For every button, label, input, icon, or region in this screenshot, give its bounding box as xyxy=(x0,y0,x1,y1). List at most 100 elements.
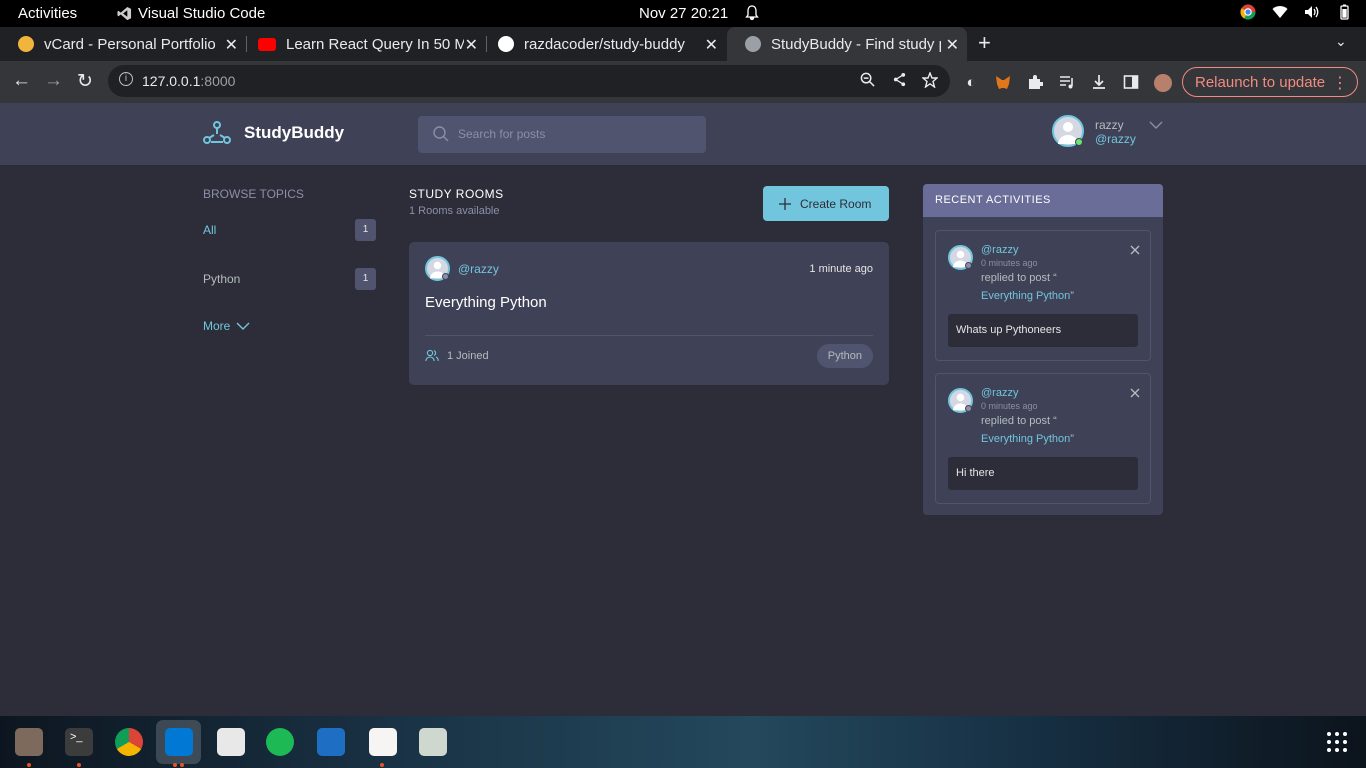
logo-link[interactable]: StudyBuddy xyxy=(202,120,344,146)
address-bar[interactable]: i 127.0.0.1:8000 xyxy=(108,65,950,97)
room-time: 1 minute ago xyxy=(809,263,873,275)
extension-icon[interactable]: ◐ xyxy=(962,74,980,92)
download-icon[interactable] xyxy=(1090,74,1108,92)
notification-bell-icon xyxy=(745,5,759,25)
tab-search-chevron-icon[interactable]: ⌄ xyxy=(1335,33,1347,50)
relaunch-to-update-button[interactable]: Relaunch to update ⋮ xyxy=(1182,67,1358,97)
user-avatar[interactable] xyxy=(1052,115,1084,147)
focused-app-menu[interactable]: Visual Studio Code xyxy=(117,5,265,22)
writer-icon[interactable] xyxy=(317,728,345,756)
activity-message: Whats up Pythoneers xyxy=(948,314,1138,347)
tab-github[interactable]: razdacoder/study-buddy ✕ xyxy=(480,27,726,61)
share-icon[interactable] xyxy=(892,72,907,91)
system-top-bar: Activities Visual Studio Code Nov 27 20:… xyxy=(0,0,1366,27)
metamask-icon[interactable] xyxy=(994,74,1012,92)
tab-title: vCard - Personal Portfolio xyxy=(44,35,216,53)
activity-avatar[interactable] xyxy=(948,245,973,270)
chevron-down-icon[interactable] xyxy=(1149,120,1163,130)
vscode-dock-icon[interactable] xyxy=(165,728,193,756)
tab-react-query[interactable]: Learn React Query In 50 M ✕ xyxy=(240,27,486,61)
close-tab-icon[interactable]: ✕ xyxy=(705,35,718,55)
close-tab-icon[interactable]: ✕ xyxy=(465,35,478,55)
youtube-favicon-icon xyxy=(258,37,276,51)
zoom-icon[interactable] xyxy=(860,72,875,91)
bookmark-star-icon[interactable] xyxy=(921,71,939,92)
offline-status-dot xyxy=(442,273,449,280)
rooms-count: 1 Rooms available xyxy=(409,205,500,217)
new-tab-button[interactable]: + xyxy=(978,30,991,56)
topic-item-python[interactable]: Python 1 xyxy=(203,268,376,290)
create-room-label: Create Room xyxy=(800,196,872,211)
power-icon xyxy=(1340,4,1349,20)
activity-avatar[interactable] xyxy=(948,388,973,413)
room-title-link[interactable]: Everything Python xyxy=(425,294,547,311)
clock[interactable]: Nov 27 20:21 xyxy=(639,5,728,22)
forward-arrow-icon[interactable]: → xyxy=(44,70,63,92)
more-topics-link[interactable]: More xyxy=(203,319,250,333)
more-label: More xyxy=(203,319,231,333)
user-name: razzy xyxy=(1095,118,1124,132)
system-tray[interactable] xyxy=(1240,4,1352,20)
browser-toolbar: ← → ↻ i 127.0.0.1:8000 ◐ Relaunch to upd… xyxy=(0,61,1366,103)
delete-activity-close-icon[interactable] xyxy=(1130,245,1140,255)
room-joined-count: 1 Joined xyxy=(447,349,489,362)
offline-status-dot xyxy=(965,405,972,412)
back-arrow-icon[interactable]: ← xyxy=(12,70,31,92)
room-participants: 1 Joined xyxy=(425,349,489,362)
text-editor-icon[interactable] xyxy=(369,728,397,756)
activity-time: 0 minutes ago xyxy=(981,401,1038,411)
topics-heading: BROWSE TOPICS xyxy=(203,187,304,201)
media-control-icon[interactable] xyxy=(1058,74,1076,92)
room-topic-tag[interactable]: Python xyxy=(816,344,873,368)
online-status-dot xyxy=(1075,138,1083,146)
topic-name: Python xyxy=(203,272,241,286)
vscode-icon xyxy=(117,6,132,21)
browser-menu-icon[interactable]: ⋮ xyxy=(1332,73,1348,93)
tab-vcard[interactable]: vCard - Personal Portfolio ✕ xyxy=(0,27,246,61)
delete-activity-close-icon[interactable] xyxy=(1130,388,1140,398)
search-input[interactable] xyxy=(458,124,688,144)
activities-button[interactable]: Activities xyxy=(18,5,77,22)
tab-title: StudyBuddy - Find study p xyxy=(771,35,941,53)
room-card[interactable]: @razzy 1 minute ago Everything Python 1 … xyxy=(409,242,889,385)
document-viewer-icon[interactable] xyxy=(217,728,245,756)
activity-host-link[interactable]: @razzy xyxy=(981,244,1018,256)
activity-message: Hi there xyxy=(948,457,1138,490)
activity-room-link[interactable]: Everything Python” xyxy=(981,290,1074,302)
search-box[interactable] xyxy=(418,116,706,153)
brand-name: StudyBuddy xyxy=(244,123,345,142)
tab-title: razdacoder/study-buddy xyxy=(524,35,685,53)
github-favicon-icon xyxy=(498,36,514,52)
topic-name: All xyxy=(203,223,217,237)
side-panel-icon[interactable] xyxy=(1122,74,1140,92)
files-icon[interactable] xyxy=(15,728,43,756)
recent-activities-panel: RECENT ACTIVITIES @razzy 0 minutes ago r… xyxy=(923,184,1163,515)
ubuntu-dock: >_ xyxy=(0,716,1366,768)
focused-app-name: Visual Studio Code xyxy=(138,5,266,22)
chrome-tray-icon xyxy=(1240,4,1256,20)
trash-icon[interactable] xyxy=(419,728,447,756)
search-icon xyxy=(433,126,449,142)
create-room-button[interactable]: Create Room xyxy=(763,186,889,221)
activity-room-link[interactable]: Everything Python” xyxy=(981,433,1074,445)
extensions-puzzle-icon[interactable] xyxy=(1026,74,1044,92)
tab-studybuddy[interactable]: StudyBuddy - Find study p ✕ xyxy=(727,27,967,61)
spotify-icon[interactable] xyxy=(266,728,294,756)
browser-tab-strip: vCard - Personal Portfolio ✕ Learn React… xyxy=(0,27,1366,61)
user-menu[interactable]: razzy @razzy xyxy=(1052,115,1167,151)
reload-icon[interactable]: ↻ xyxy=(77,70,93,93)
show-apps-grid-icon[interactable] xyxy=(1326,731,1348,753)
profile-avatar-icon[interactable] xyxy=(1154,74,1172,92)
site-info-icon[interactable]: i xyxy=(119,72,133,86)
volume-icon xyxy=(1305,6,1319,18)
room-host-handle: @razzy xyxy=(458,261,499,276)
close-tab-icon[interactable]: ✕ xyxy=(225,35,238,55)
close-tab-icon[interactable]: ✕ xyxy=(946,35,959,55)
activity-host-link[interactable]: @razzy xyxy=(981,387,1018,399)
wifi-icon xyxy=(1272,6,1288,19)
room-host-link[interactable]: @razzy xyxy=(425,256,499,281)
terminal-icon[interactable]: >_ xyxy=(65,728,93,756)
chrome-icon[interactable] xyxy=(115,728,143,756)
users-icon xyxy=(425,349,439,362)
topic-item-all[interactable]: All 1 xyxy=(203,219,376,241)
